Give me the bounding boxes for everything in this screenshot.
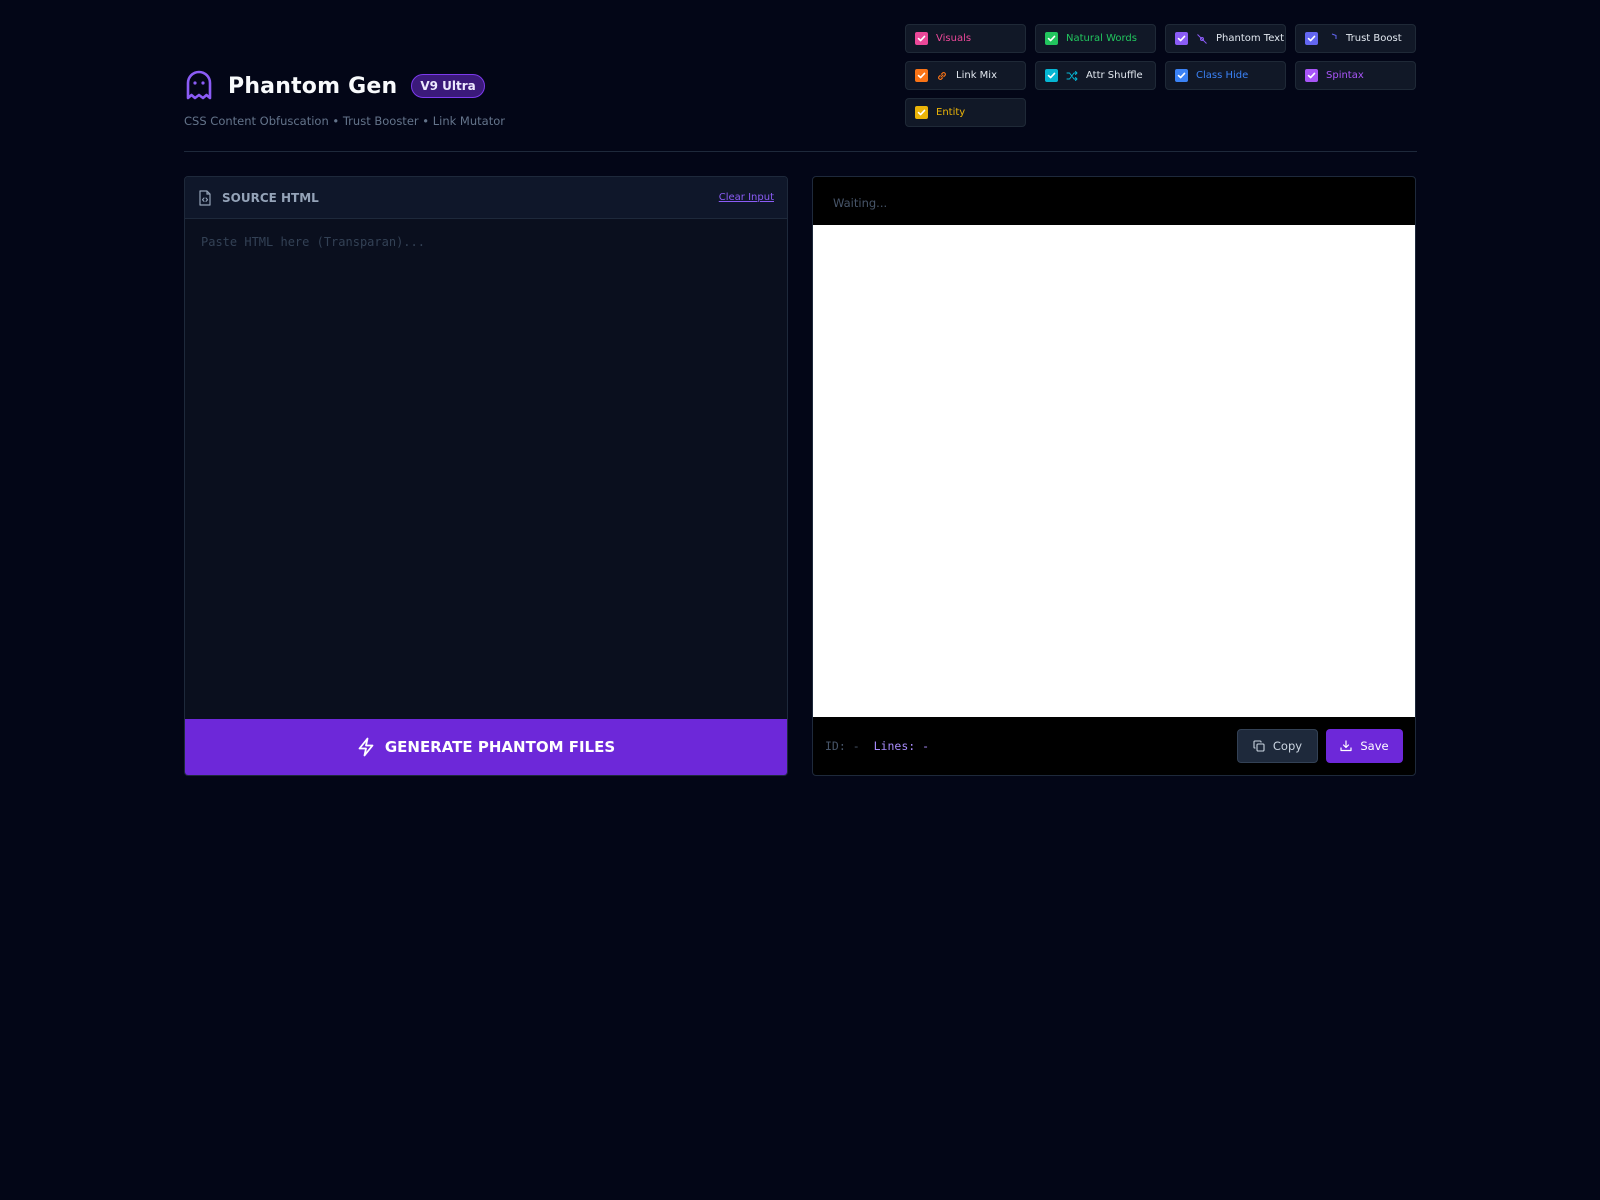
option-spintax[interactable]: Spintax bbox=[1295, 61, 1416, 90]
checkbox[interactable] bbox=[1175, 69, 1188, 82]
checkbox[interactable] bbox=[1305, 69, 1318, 82]
generate-button[interactable]: GENERATE PHANTOM FILES bbox=[185, 719, 787, 775]
option-label: Trust Boost bbox=[1346, 33, 1402, 44]
option-trust-boost[interactable]: Trust Boost bbox=[1295, 24, 1416, 53]
checkbox[interactable] bbox=[1045, 32, 1058, 45]
output-meta: ID: - Lines: - bbox=[825, 739, 929, 753]
option-natural-words[interactable]: Natural Words bbox=[1035, 24, 1156, 53]
app-title: Phantom Gen bbox=[228, 73, 398, 99]
checkbox[interactable] bbox=[915, 32, 928, 45]
option-attr-shuffle[interactable]: Attr Shuffle bbox=[1035, 61, 1156, 90]
check-icon bbox=[1177, 35, 1186, 42]
option-link-mix[interactable]: Link Mix bbox=[905, 61, 1026, 90]
version-badge: V9 Ultra bbox=[411, 74, 485, 98]
check-icon bbox=[1307, 72, 1316, 79]
checkbox[interactable] bbox=[1175, 32, 1188, 45]
output-panel: Waiting... ID: - Lines: - Copy Save bbox=[812, 176, 1416, 776]
option-label: Class Hide bbox=[1196, 70, 1249, 81]
check-icon bbox=[1307, 35, 1316, 42]
brand: Phantom Gen V9 Ultra bbox=[184, 70, 505, 102]
option-label: Link Mix bbox=[956, 70, 997, 81]
copy-icon bbox=[1253, 740, 1265, 752]
clear-input-link[interactable]: Clear Input bbox=[719, 192, 774, 203]
source-panel-header: SOURCE HTML Clear Input bbox=[185, 177, 787, 219]
save-button-label: Save bbox=[1360, 739, 1389, 753]
check-icon bbox=[1047, 72, 1056, 79]
file-code-icon bbox=[199, 189, 211, 206]
option-visuals[interactable]: Visuals bbox=[905, 24, 1026, 53]
option-label: Natural Words bbox=[1066, 33, 1137, 44]
option-class-hide[interactable]: Class Hide bbox=[1165, 61, 1286, 90]
checkbox[interactable] bbox=[915, 106, 928, 119]
shield-icon bbox=[1331, 33, 1337, 39]
check-icon bbox=[1177, 72, 1186, 79]
check-icon bbox=[917, 35, 926, 42]
copy-button-label: Copy bbox=[1272, 739, 1303, 753]
generate-button-label: GENERATE PHANTOM FILES bbox=[384, 738, 616, 756]
shuffle-icon bbox=[1066, 70, 1078, 81]
link-icon bbox=[938, 71, 946, 80]
output-preview bbox=[813, 225, 1415, 717]
check-icon bbox=[1047, 35, 1056, 42]
app-subtitle: CSS Content Obfuscation • Trust Booster … bbox=[184, 114, 505, 128]
source-panel: SOURCE HTML Clear Input GENERATE PHANTOM… bbox=[184, 176, 788, 776]
output-status: Waiting... bbox=[833, 196, 888, 210]
header-divider bbox=[184, 151, 1417, 152]
option-label: Visuals bbox=[936, 33, 972, 44]
check-icon bbox=[917, 109, 926, 116]
option-label: Entity bbox=[936, 107, 966, 118]
option-label: Attr Shuffle bbox=[1086, 70, 1143, 81]
option-label: Spintax bbox=[1326, 70, 1364, 81]
options-grid: Visuals Natural Words Phantom Text Trust Bo… bbox=[905, 24, 1417, 127]
checkbox[interactable] bbox=[915, 69, 928, 82]
option-phantom-text[interactable]: Phantom Text bbox=[1165, 24, 1286, 53]
source-panel-title: SOURCE HTML bbox=[222, 190, 319, 205]
app-header: Phantom Gen V9 Ultra CSS Content Obfusca… bbox=[184, 70, 505, 128]
eye-off-icon bbox=[1197, 33, 1207, 44]
output-id: ID: - bbox=[825, 739, 860, 753]
checkbox[interactable] bbox=[1045, 69, 1058, 82]
option-entity[interactable]: Entity bbox=[905, 98, 1026, 127]
option-label: Phantom Text bbox=[1216, 33, 1285, 44]
source-html-input[interactable] bbox=[185, 219, 787, 719]
checkbox[interactable] bbox=[1305, 32, 1318, 45]
copy-button[interactable]: Copy bbox=[1237, 729, 1318, 763]
bolt-icon bbox=[358, 737, 374, 757]
save-button[interactable]: Save bbox=[1326, 729, 1403, 763]
ghost-logo-icon bbox=[186, 70, 212, 100]
output-lines: Lines: - bbox=[873, 739, 930, 753]
check-icon bbox=[917, 72, 926, 79]
download-icon bbox=[1340, 740, 1352, 752]
